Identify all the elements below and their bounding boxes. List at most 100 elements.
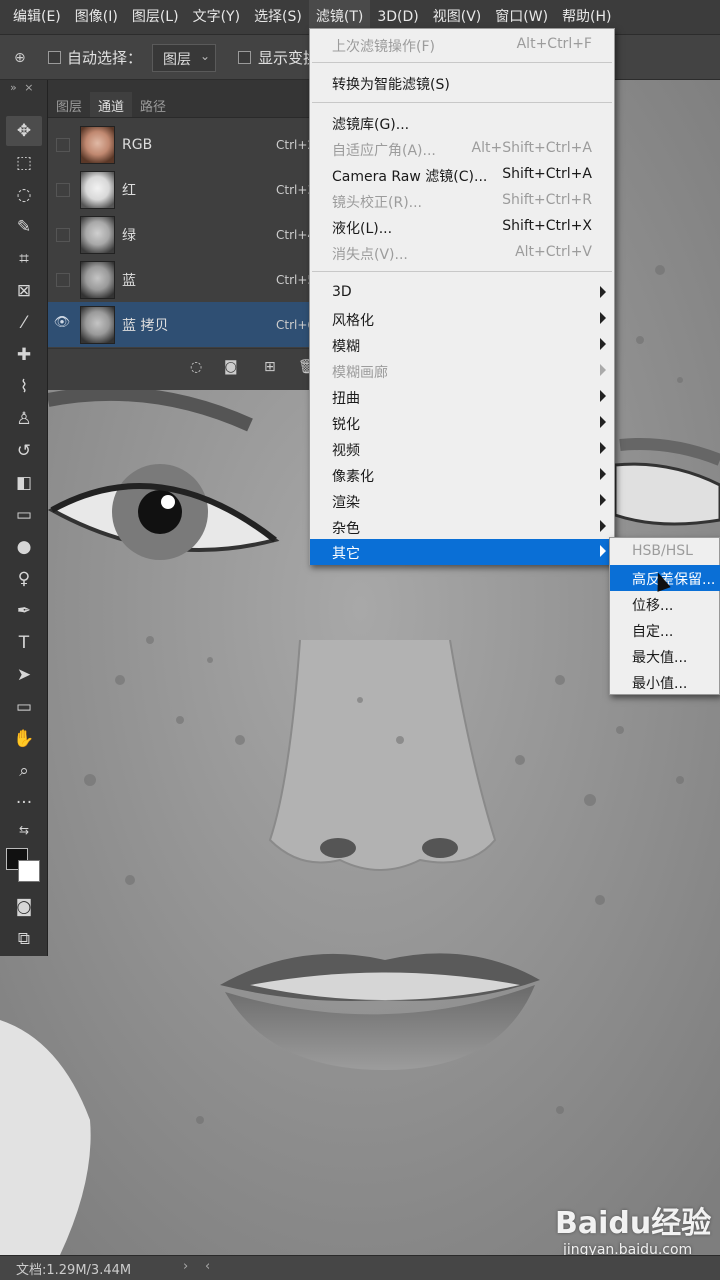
auto-select-dropdown[interactable]: 图层 ⌄ <box>152 44 216 72</box>
swap-colors-icon[interactable]: ⇆ <box>6 820 42 840</box>
move-tool-icon[interactable]: ✥ <box>6 116 42 146</box>
quick-select-tool-icon[interactable]: ✎ <box>6 212 42 242</box>
channel-row-green[interactable]: 绿 Ctrl+4 <box>48 212 315 257</box>
panel-tabs: 图层 通道 路径 <box>48 92 310 118</box>
menu-item-pixelate[interactable]: 像素化 <box>310 462 614 488</box>
menu-image[interactable]: 图像(I) <box>68 0 125 34</box>
tab-channels[interactable]: 通道 <box>90 92 133 117</box>
menu-edit[interactable]: 编辑(E) <box>6 0 68 34</box>
visibility-toggle[interactable] <box>56 272 70 287</box>
menu-item-3d[interactable]: 3D <box>310 280 614 306</box>
chevron-right-icon[interactable]: › <box>183 1259 188 1274</box>
document-size: 文档:1.29M/3.44M <box>16 1263 132 1278</box>
menu-type[interactable]: 文字(Y) <box>186 0 247 34</box>
menu-item-noise[interactable]: 杂色 <box>310 514 614 540</box>
submenu-item-hsb-hsl[interactable]: HSB/HSL <box>610 539 720 565</box>
quick-mask-icon[interactable]: ◙ <box>6 892 42 922</box>
menu-item-other[interactable]: 其它 <box>310 539 614 565</box>
menu-item-convert-smart-filter[interactable]: 转换为智能滤镜(S) <box>310 70 614 96</box>
menu-item-liquify[interactable]: 液化(L)... Shift+Ctrl+X <box>310 214 614 240</box>
submenu-arrow-icon <box>600 442 606 454</box>
screen-mode-icon[interactable]: ⧉ <box>6 924 42 954</box>
status-bar: 文档:1.29M/3.44M › ‹ <box>0 1255 720 1280</box>
channel-thumbnail <box>80 170 115 209</box>
submenu-arrow-icon <box>600 338 606 350</box>
visibility-toggle[interactable] <box>56 137 70 152</box>
frame-tool-icon[interactable]: ⊠ <box>6 276 42 306</box>
new-channel-icon[interactable]: ⊞ <box>264 359 276 375</box>
menu-item-filter-gallery[interactable]: 滤镜库(G)... <box>310 110 614 136</box>
submenu-item-custom[interactable]: 自定... <box>610 617 720 643</box>
menu-item-render[interactable]: 渲染 <box>310 488 614 514</box>
marquee-tool-icon[interactable]: ⬚ <box>6 148 42 178</box>
filter-menu: 上次滤镜操作(F) Alt+Ctrl+F 转换为智能滤镜(S) 滤镜库(G)...… <box>309 28 615 565</box>
type-tool-icon[interactable]: T <box>6 628 42 658</box>
zoom-tool-icon[interactable]: ⌕ <box>6 756 42 786</box>
blur-tool-icon[interactable]: ● <box>6 532 42 562</box>
submenu-arrow-icon <box>600 545 606 557</box>
eye-icon[interactable]: 👁 <box>48 315 76 335</box>
path-selection-tool-icon[interactable]: ➤ <box>6 660 42 690</box>
crop-tool-icon[interactable]: ⌗ <box>6 244 42 274</box>
panel-footer: ◌ ◙ ⊞ 🗑 <box>48 348 316 388</box>
chevron-left-icon[interactable]: ‹ <box>205 1259 210 1274</box>
menu-item-blur[interactable]: 模糊 <box>310 332 614 358</box>
channel-row-blue[interactable]: 蓝 Ctrl+5 <box>48 257 315 302</box>
menu-item-sharpen[interactable]: 锐化 <box>310 410 614 436</box>
gradient-tool-icon[interactable]: ▭ <box>6 500 42 530</box>
menu-item-stylize[interactable]: 风格化 <box>310 306 614 332</box>
channel-row-blue-copy[interactable]: 👁 蓝 拷贝 Ctrl+6 <box>48 302 315 347</box>
submenu-arrow-icon <box>600 286 606 298</box>
auto-select-value: 图层 <box>163 52 191 68</box>
submenu-item-minimum[interactable]: 最小值... <box>610 669 720 695</box>
visibility-toggle[interactable] <box>56 182 70 197</box>
submenu-arrow-icon <box>600 364 606 376</box>
save-selection-icon[interactable]: ◙ <box>224 359 238 375</box>
show-transform-checkbox[interactable] <box>238 51 251 64</box>
menu-item-vanishing-point[interactable]: 消失点(V)... Alt+Ctrl+V <box>310 240 614 266</box>
collapse-icon[interactable]: » × <box>0 80 47 98</box>
history-brush-tool-icon[interactable]: ↺ <box>6 436 42 466</box>
menu-select[interactable]: 选择(S) <box>247 0 309 34</box>
menu-item-last-filter[interactable]: 上次滤镜操作(F) Alt+Ctrl+F <box>310 32 614 58</box>
submenu-item-offset[interactable]: 位移... <box>610 591 720 617</box>
eraser-tool-icon[interactable]: ◧ <box>6 468 42 498</box>
more-tools-icon[interactable]: ··· <box>6 788 42 818</box>
channel-name: RGB <box>122 136 153 153</box>
menu-item-camera-raw[interactable]: Camera Raw 滤镜(C)... Shift+Ctrl+A <box>310 162 614 188</box>
lasso-tool-icon[interactable]: ◌ <box>6 180 42 210</box>
menu-item-video[interactable]: 视频 <box>310 436 614 462</box>
submenu-arrow-icon <box>600 520 606 532</box>
menu-layer[interactable]: 图层(L) <box>125 0 186 34</box>
hand-tool-icon[interactable]: ✋ <box>6 724 42 754</box>
load-selection-icon[interactable]: ◌ <box>190 359 202 375</box>
auto-select-checkbox[interactable] <box>48 51 61 64</box>
channel-thumbnail <box>80 305 115 344</box>
baidu-jingyan-logo: Baidu经验 <box>555 1206 712 1241</box>
menu-item-distort[interactable]: 扭曲 <box>310 384 614 410</box>
channel-row-rgb[interactable]: RGB Ctrl+2 <box>48 122 315 167</box>
clone-stamp-tool-icon[interactable]: ♙ <box>6 404 42 434</box>
photoshop-window: 编辑(E) 图像(I) 图层(L) 文字(Y) 选择(S) 滤镜(T) 3D(D… <box>0 0 720 1280</box>
submenu-item-maximum[interactable]: 最大值... <box>610 643 720 669</box>
background-color-swatch[interactable] <box>18 860 40 882</box>
menu-item-adaptive-wide-angle[interactable]: 自适应广角(A)... Alt+Shift+Ctrl+A <box>310 136 614 162</box>
channel-row-red[interactable]: 红 Ctrl+3 <box>48 167 315 212</box>
tab-paths[interactable]: 路径 <box>132 92 174 117</box>
auto-select-label: 自动选择： <box>67 49 143 67</box>
eyedropper-tool-icon[interactable]: ⁄ <box>6 308 42 338</box>
pen-tool-icon[interactable]: ✒ <box>6 596 42 626</box>
channel-thumbnail <box>80 215 115 254</box>
menu-item-lens-correction[interactable]: 镜头校正(R)... Shift+Ctrl+R <box>310 188 614 214</box>
channels-panel: 图层 通道 路径 RGB Ctrl+2 红 Ctrl+3 绿 Ctrl+4 蓝 … <box>48 80 316 390</box>
rectangle-tool-icon[interactable]: ▭ <box>6 692 42 722</box>
tab-layers[interactable]: 图层 <box>48 92 90 117</box>
healing-brush-tool-icon[interactable]: ✚ <box>6 340 42 370</box>
brush-tool-icon[interactable]: ⌇ <box>6 372 42 402</box>
other-submenu: HSB/HSL 高反差保留... 位移... 自定... 最大值... 最小值.… <box>609 537 720 695</box>
channel-name: 绿 <box>122 227 136 244</box>
submenu-arrow-icon <box>600 468 606 480</box>
menu-item-blur-gallery[interactable]: 模糊画廊 <box>310 358 614 384</box>
dodge-tool-icon[interactable]: ♀ <box>6 564 42 594</box>
visibility-toggle[interactable] <box>56 227 70 242</box>
